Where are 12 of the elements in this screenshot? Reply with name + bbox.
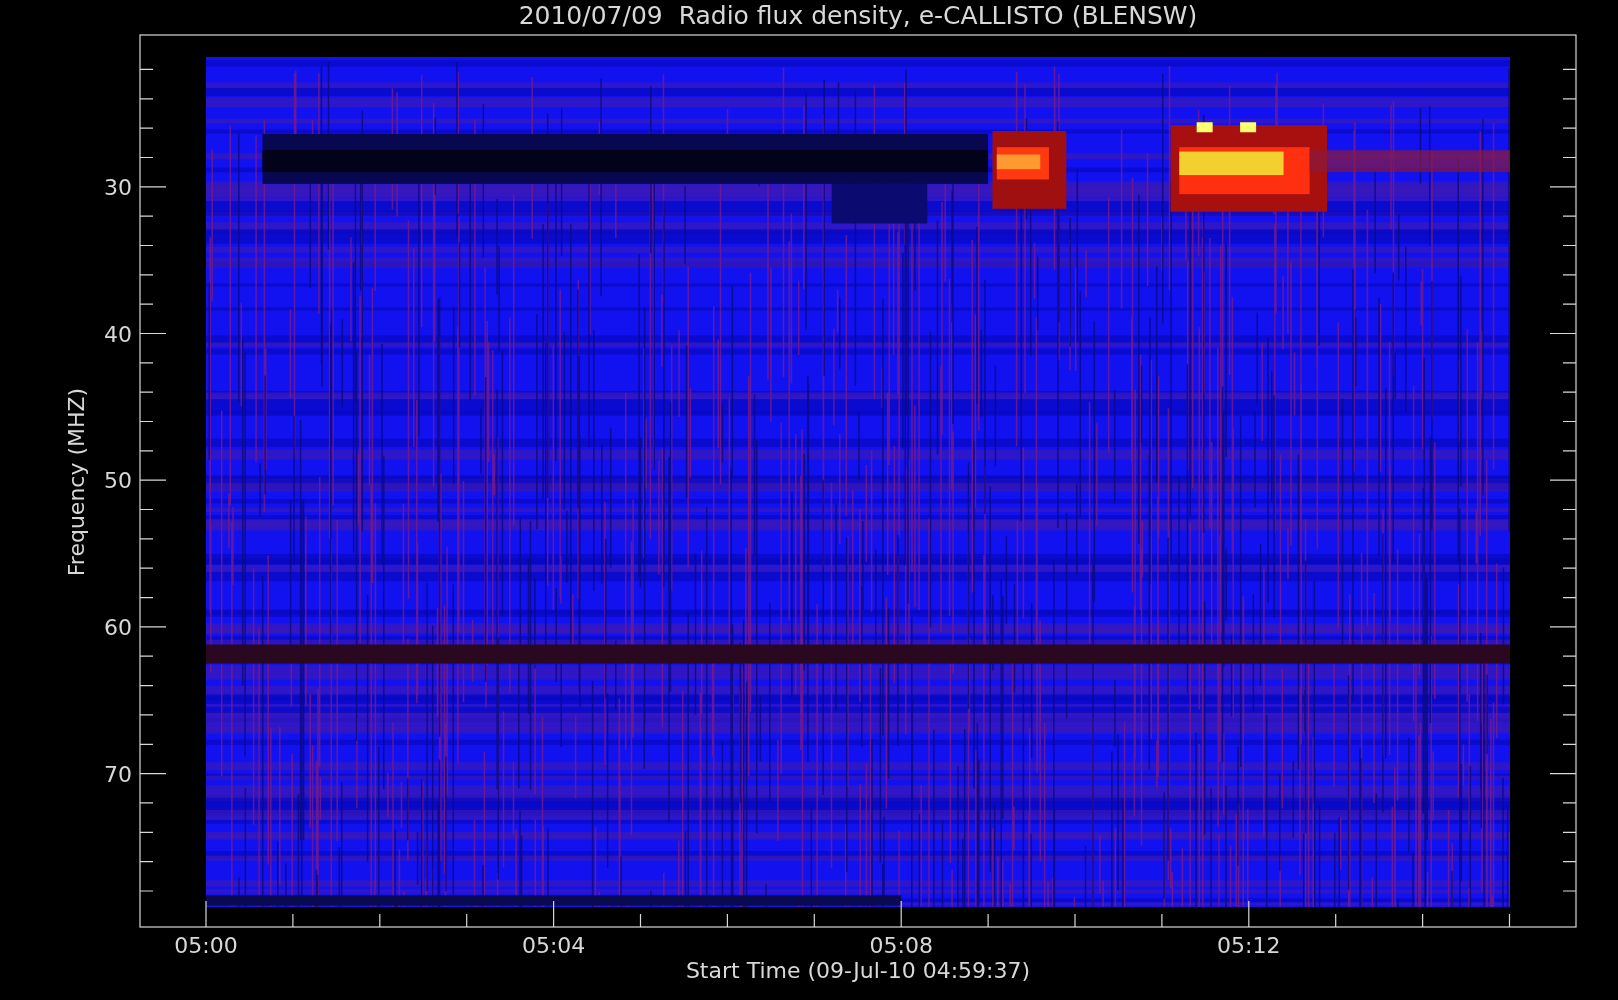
tick-label: 05:12 <box>1217 933 1281 958</box>
tick-label: 60 <box>104 614 132 640</box>
axis-label: Frequency (MHZ) <box>64 387 89 577</box>
tick-label: 40 <box>104 321 132 347</box>
tick-label: 30 <box>104 174 132 200</box>
tick-label: 50 <box>104 468 132 494</box>
tick-label: 05:00 <box>174 933 238 958</box>
tick-label: 70 <box>104 761 132 787</box>
axis-label: Start Time (09-Jul-10 04:59:37) <box>685 958 1031 983</box>
tick-label: 05:08 <box>869 933 933 958</box>
tick-label: 05:04 <box>521 933 586 958</box>
chart-title: 2010/07/09 Radio flux density, e-CALLISTO (BLENSW) <box>518 1 1198 30</box>
